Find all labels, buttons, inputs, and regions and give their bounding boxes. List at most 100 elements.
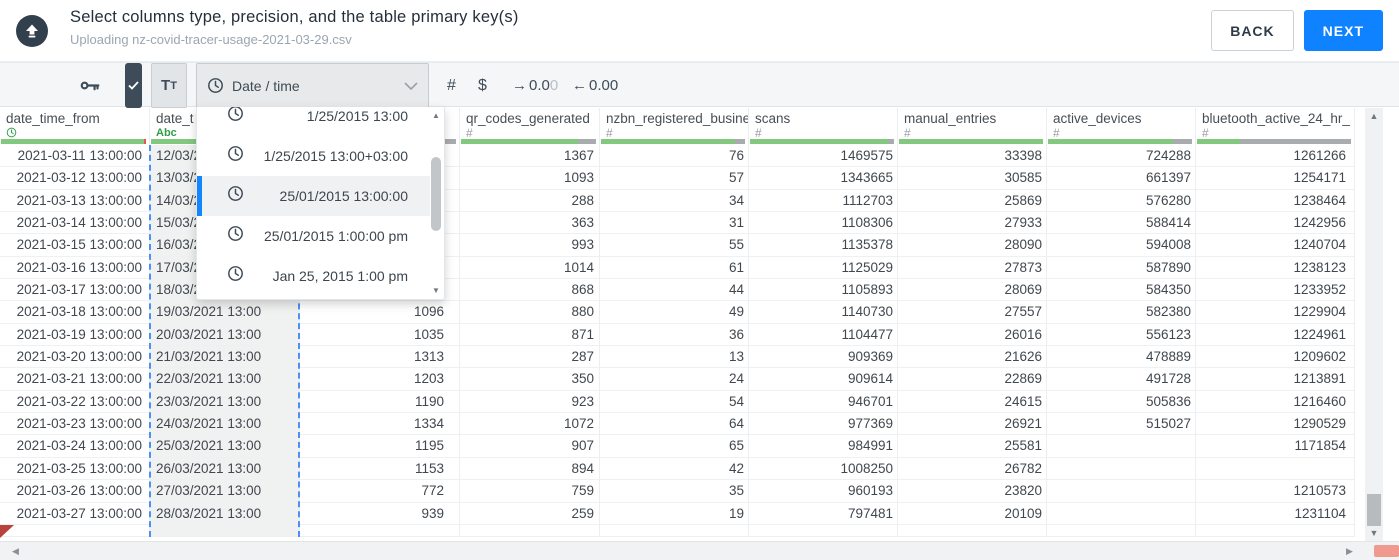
table-cell[interactable]: 22869	[898, 368, 1046, 391]
table-cell[interactable]: 26/03/2021 13:00	[150, 457, 299, 481]
table-cell[interactable]: 76	[600, 145, 748, 168]
table-cell[interactable]: 26921	[898, 413, 1046, 436]
column-header[interactable]: bluetooth_active_24_hr_ #	[1196, 108, 1354, 139]
table-cell[interactable]: 1008250	[749, 458, 897, 481]
table-cell[interactable]: 977369	[749, 413, 897, 436]
table-cell[interactable]: 35	[600, 480, 748, 503]
table-cell[interactable]: 909369	[749, 346, 897, 369]
table-cell[interactable]: 25581	[898, 435, 1046, 458]
table-cell[interactable]: 576280	[1047, 190, 1195, 213]
table-cell[interactable]: 21/03/2021 13:00	[150, 346, 299, 369]
dropdown-scrollbar-thumb[interactable]	[431, 157, 441, 231]
increase-precision-button[interactable]: → 0.0 0	[512, 63, 558, 108]
vertical-scrollbar-thumb[interactable]	[1367, 494, 1381, 526]
dropdown-scrollbar[interactable]: ▲ ▼	[428, 107, 444, 299]
table-cell[interactable]: 34	[600, 190, 748, 213]
table-cell[interactable]: 946701	[749, 391, 897, 414]
table-cell[interactable]: 1135378	[749, 234, 897, 257]
table-cell[interactable]: 2021-03-15 13:00:00	[0, 234, 149, 257]
table-cell[interactable]: 1195	[300, 435, 459, 458]
column-header[interactable]: date_time_from	[0, 108, 149, 139]
table-cell[interactable]: 19	[600, 503, 748, 525]
table-cell[interactable]: 26782	[898, 458, 1046, 481]
table-cell[interactable]: 1190	[300, 391, 459, 414]
table-cell[interactable]: 54	[600, 391, 748, 414]
table-cell[interactable]: 759	[460, 480, 599, 503]
table-cell[interactable]: 2021-03-11 13:00:00	[0, 145, 149, 168]
table-cell[interactable]: 1203	[300, 368, 459, 391]
table-cell[interactable]: 31	[600, 212, 748, 235]
table-cell[interactable]: 1238123	[1196, 257, 1354, 280]
table-cell[interactable]: 478889	[1047, 346, 1195, 369]
table-cell[interactable]: 27557	[898, 301, 1046, 324]
table-cell[interactable]: 2021-03-22 13:00:00	[0, 391, 149, 414]
table-cell[interactable]: 57	[600, 167, 748, 190]
table-cell[interactable]: 1231104	[1196, 503, 1354, 525]
table-cell[interactable]	[1047, 458, 1195, 481]
column-scans[interactable]: scans #1469575 1343665 1112703 1108306 113537…	[749, 108, 898, 537]
table-cell[interactable]: 894	[460, 458, 599, 481]
table-cell[interactable]: 1313	[300, 346, 459, 369]
table-cell[interactable]: 1105893	[749, 279, 897, 302]
table-cell[interactable]: 594008	[1047, 234, 1195, 257]
table-cell[interactable]: 1261266	[1196, 145, 1354, 168]
next-button[interactable]: NEXT	[1303, 10, 1383, 51]
table-cell[interactable]: 907	[460, 435, 599, 458]
table-cell[interactable]: 24	[600, 368, 748, 391]
table-cell[interactable]: 28069	[898, 279, 1046, 302]
table-cell[interactable]: 1240704	[1196, 234, 1354, 257]
table-cell[interactable]: 1210573	[1196, 480, 1354, 503]
table-cell[interactable]: 24615	[898, 391, 1046, 414]
scroll-left-icon[interactable]: ◀	[12, 546, 19, 557]
column-date_time_from[interactable]: date_time_from 2021-03-11 13:00:00 2021-03…	[0, 108, 150, 537]
table-cell[interactable]	[1196, 458, 1354, 481]
table-cell[interactable]: 556123	[1047, 324, 1195, 347]
table-cell[interactable]: 1108306	[749, 212, 897, 235]
horizontal-scrollbar-thumb[interactable]	[1374, 545, 1399, 557]
table-cell[interactable]: 993	[460, 234, 599, 257]
primary-key-button[interactable]	[80, 63, 100, 108]
table-cell[interactable]: 27873	[898, 257, 1046, 280]
table-cell[interactable]: 584350	[1047, 279, 1195, 302]
table-cell[interactable]: 61	[600, 257, 748, 280]
table-cell[interactable]: 1035	[300, 324, 459, 347]
table-cell[interactable]: 2021-03-23 13:00:00	[0, 413, 149, 436]
table-cell[interactable]: 871	[460, 324, 599, 347]
table-cell[interactable]: 1153	[300, 458, 459, 481]
decrease-precision-button[interactable]: ← 0.00	[572, 63, 618, 108]
table-cell[interactable]: 923	[460, 391, 599, 414]
table-cell[interactable]: 28090	[898, 234, 1046, 257]
table-cell[interactable]: 27/03/2021 13:00	[150, 480, 299, 503]
table-cell[interactable]: 1233952	[1196, 279, 1354, 302]
table-cell[interactable]: 65	[600, 435, 748, 458]
table-cell[interactable]: 350	[460, 368, 599, 391]
horizontal-scrollbar[interactable]: ◀ ▶	[0, 541, 1399, 560]
scroll-up-icon[interactable]: ▲	[428, 111, 444, 120]
scroll-down-icon[interactable]: ▼	[428, 286, 444, 295]
table-cell[interactable]: 1367	[460, 145, 599, 168]
table-cell[interactable]: 661397	[1047, 167, 1195, 190]
table-cell[interactable]: 20/03/2021 13:00	[150, 323, 299, 347]
date-format-option[interactable]: 1/25/2015 13:00	[197, 107, 430, 136]
column-nzbn_registered_busine[interactable]: nzbn_registered_busine #76 57 34 31 55 61 44 49 3…	[600, 108, 749, 537]
table-cell[interactable]: 1343665	[749, 167, 897, 190]
table-cell[interactable]: 26016	[898, 324, 1046, 347]
integer-type-button[interactable]: #	[447, 63, 456, 108]
date-format-dropdown[interactable]: Date / time	[196, 63, 429, 108]
column-manual_entries[interactable]: manual_entries #33398 30585 25869 27933 28090…	[898, 108, 1047, 537]
table-cell[interactable]: 587890	[1047, 257, 1195, 280]
table-cell[interactable]: 1213891	[1196, 368, 1354, 391]
table-cell[interactable]: 2021-03-25 13:00:00	[0, 458, 149, 481]
back-button[interactable]: BACK	[1211, 10, 1294, 51]
scroll-right-icon[interactable]: ▶	[1346, 546, 1353, 557]
table-cell[interactable]	[1047, 480, 1195, 503]
table-cell[interactable]: 2021-03-27 13:00:00	[0, 503, 149, 525]
table-cell[interactable]: 1229904	[1196, 301, 1354, 324]
table-cell[interactable]: 2021-03-19 13:00:00	[0, 324, 149, 347]
table-cell[interactable]: 491728	[1047, 368, 1195, 391]
table-cell[interactable]: 2021-03-16 13:00:00	[0, 257, 149, 280]
table-cell[interactable]: 588414	[1047, 212, 1195, 235]
table-cell[interactable]: 1290529	[1196, 413, 1354, 436]
table-cell[interactable]: 22/03/2021 13:00	[150, 368, 299, 391]
table-cell[interactable]: 21626	[898, 346, 1046, 369]
